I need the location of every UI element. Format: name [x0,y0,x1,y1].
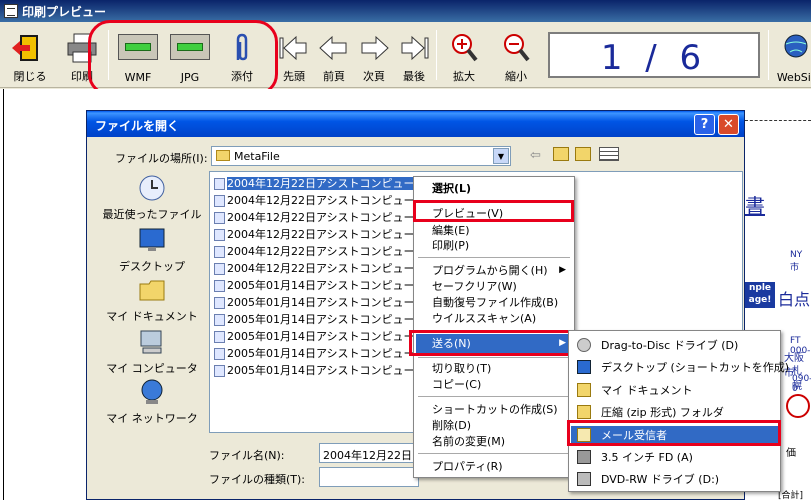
globe-icon [784,34,808,58]
list-item[interactable]: 2005年01月14日アシストコンピュータ株 [214,328,437,345]
desktop-icon [577,360,591,374]
view-menu-icon[interactable] [599,147,619,161]
close-dialog-button[interactable]: ✕ [718,114,739,135]
my-network-icon [141,379,163,404]
menu-item-virus-scan[interactable]: ウイルススキャン(A) [416,309,572,328]
back-icon[interactable]: ⇦ [530,148,541,163]
file-icon [214,178,225,190]
dvd-drive-icon [577,472,591,486]
sendto-floppy[interactable]: 3.5 インチ FD (A) [571,448,778,467]
menu-item-properties[interactable]: プロパティ(R) [416,457,572,476]
sendto-drag-to-disc[interactable]: Drag-to-Disc ドライブ (D) [571,336,778,355]
preview-heading: 書 [745,194,765,218]
zoom-out-icon [504,34,530,62]
main-title-bar: 印刷プレビュー [0,0,811,22]
list-item[interactable]: 2005年01月14日アシストコンピュータ株 [214,362,437,379]
up-folder-icon[interactable] [553,147,569,161]
sendto-desktop[interactable]: デスクトップ (ショートカットを作成) [571,358,789,377]
dialog-title: ファイルを開く [95,119,180,133]
zoom-out-button[interactable]: 縮小 [492,30,540,86]
place-my-computer[interactable]: マイ コンピュータ [99,327,205,376]
places-bar: 最近使ったファイル デスクトップ マイ ドキュメント マイ コンピュータ マイ … [99,171,205,435]
list-item[interactable]: 2005年01月14日アシストコンピュータ株 [214,345,437,362]
menu-item-rename[interactable]: 名前の変更(M) [416,432,572,451]
list-item[interactable]: 2004年12月22日アシストコンピュータ株 [214,226,437,243]
send-to-submenu: Drag-to-Disc ドライブ (D) デスクトップ (ショートカットを作成… [568,330,789,492]
file-icon [214,280,225,292]
callout-preview [413,200,574,222]
dialog-title-bar: ファイルを開く ? ✕ [87,111,744,137]
new-folder-icon[interactable] [575,147,591,161]
filetype-dropdown[interactable] [319,467,419,487]
list-item[interactable]: 2005年01月14日アシストコンピュータ株 [214,277,437,294]
look-in-label: ファイルの場所(I): [115,152,208,165]
place-my-documents[interactable]: マイ ドキュメント [99,275,205,324]
callout-export-buttons [88,20,278,96]
list-item[interactable]: 2005年01月14日アシストコンピュータ株 [214,311,437,328]
last-page-icon [401,35,429,61]
app-icon [4,4,18,18]
filetype-label: ファイルの種類(T): [209,473,306,486]
sendto-my-documents[interactable]: マイ ドキュメント [571,381,778,400]
callout-mail-recipient [567,420,781,446]
menu-item-select[interactable]: 選択(L) [416,179,572,198]
file-icon [214,297,225,309]
website-button[interactable]: WebSit [772,30,811,86]
place-recent[interactable]: 最近使ったファイル [99,173,205,222]
file-icon [214,246,225,258]
disc-icon [577,338,591,352]
file-icon [214,314,225,326]
file-icon [214,331,225,343]
help-button[interactable]: ? [694,114,715,135]
sendto-dvd[interactable]: DVD-RW ドライブ (D:) [571,470,778,489]
seal-stamp [786,394,810,418]
window-title: 印刷プレビュー [22,5,107,19]
file-icon [214,212,225,224]
list-item[interactable]: 2004年12月22日アシストコンピュータ株 [214,260,437,277]
last-page-button[interactable]: 最後 [390,30,438,86]
zoom-in-icon [452,34,478,62]
zoom-in-button[interactable]: 拡大 [440,30,488,86]
filename-input[interactable]: 2004年12月22日ア [319,443,423,463]
place-my-network[interactable]: マイ ネットワーク [99,377,205,426]
folder-icon [577,383,591,397]
list-item[interactable]: 2004年12月22日アシストコンピュータ株 [214,209,437,226]
file-icon [214,365,225,377]
desktop-icon [139,228,165,251]
close-button[interactable]: 閉じる [6,30,54,86]
folder-icon [216,150,230,161]
door-exit-icon [12,35,38,61]
chevron-down-icon[interactable]: ▼ [493,148,509,164]
menu-item-copy[interactable]: コピー(C) [416,375,572,394]
look-in-dropdown[interactable]: MetaFile ▼ [211,146,511,166]
page-edge [3,89,4,500]
file-icon [214,195,225,207]
sample-stamp: nple age! [745,282,775,308]
file-icon [214,348,225,360]
my-computer-icon [140,330,162,354]
place-desktop[interactable]: デスクトップ [99,225,205,274]
list-item[interactable]: 2004年12月22日アシストコンピュータ株 [214,192,437,209]
page-indicator: 1 / 6 [548,32,760,78]
list-item[interactable]: 2004年12月22日アシストコンピュータ株 [214,243,437,260]
floppy-icon [577,450,591,464]
callout-send-to [409,330,575,356]
menu-item-print[interactable]: 印刷(P) [416,236,572,255]
filename-label: ファイル名(N): [209,449,285,462]
file-icon [214,229,225,241]
zip-folder-icon [577,405,591,419]
file-icon [214,263,225,275]
list-item[interactable]: 2005年01月14日アシストコンピュータ株 [214,294,437,311]
recent-files-icon [139,175,165,201]
my-documents-icon [139,280,165,301]
